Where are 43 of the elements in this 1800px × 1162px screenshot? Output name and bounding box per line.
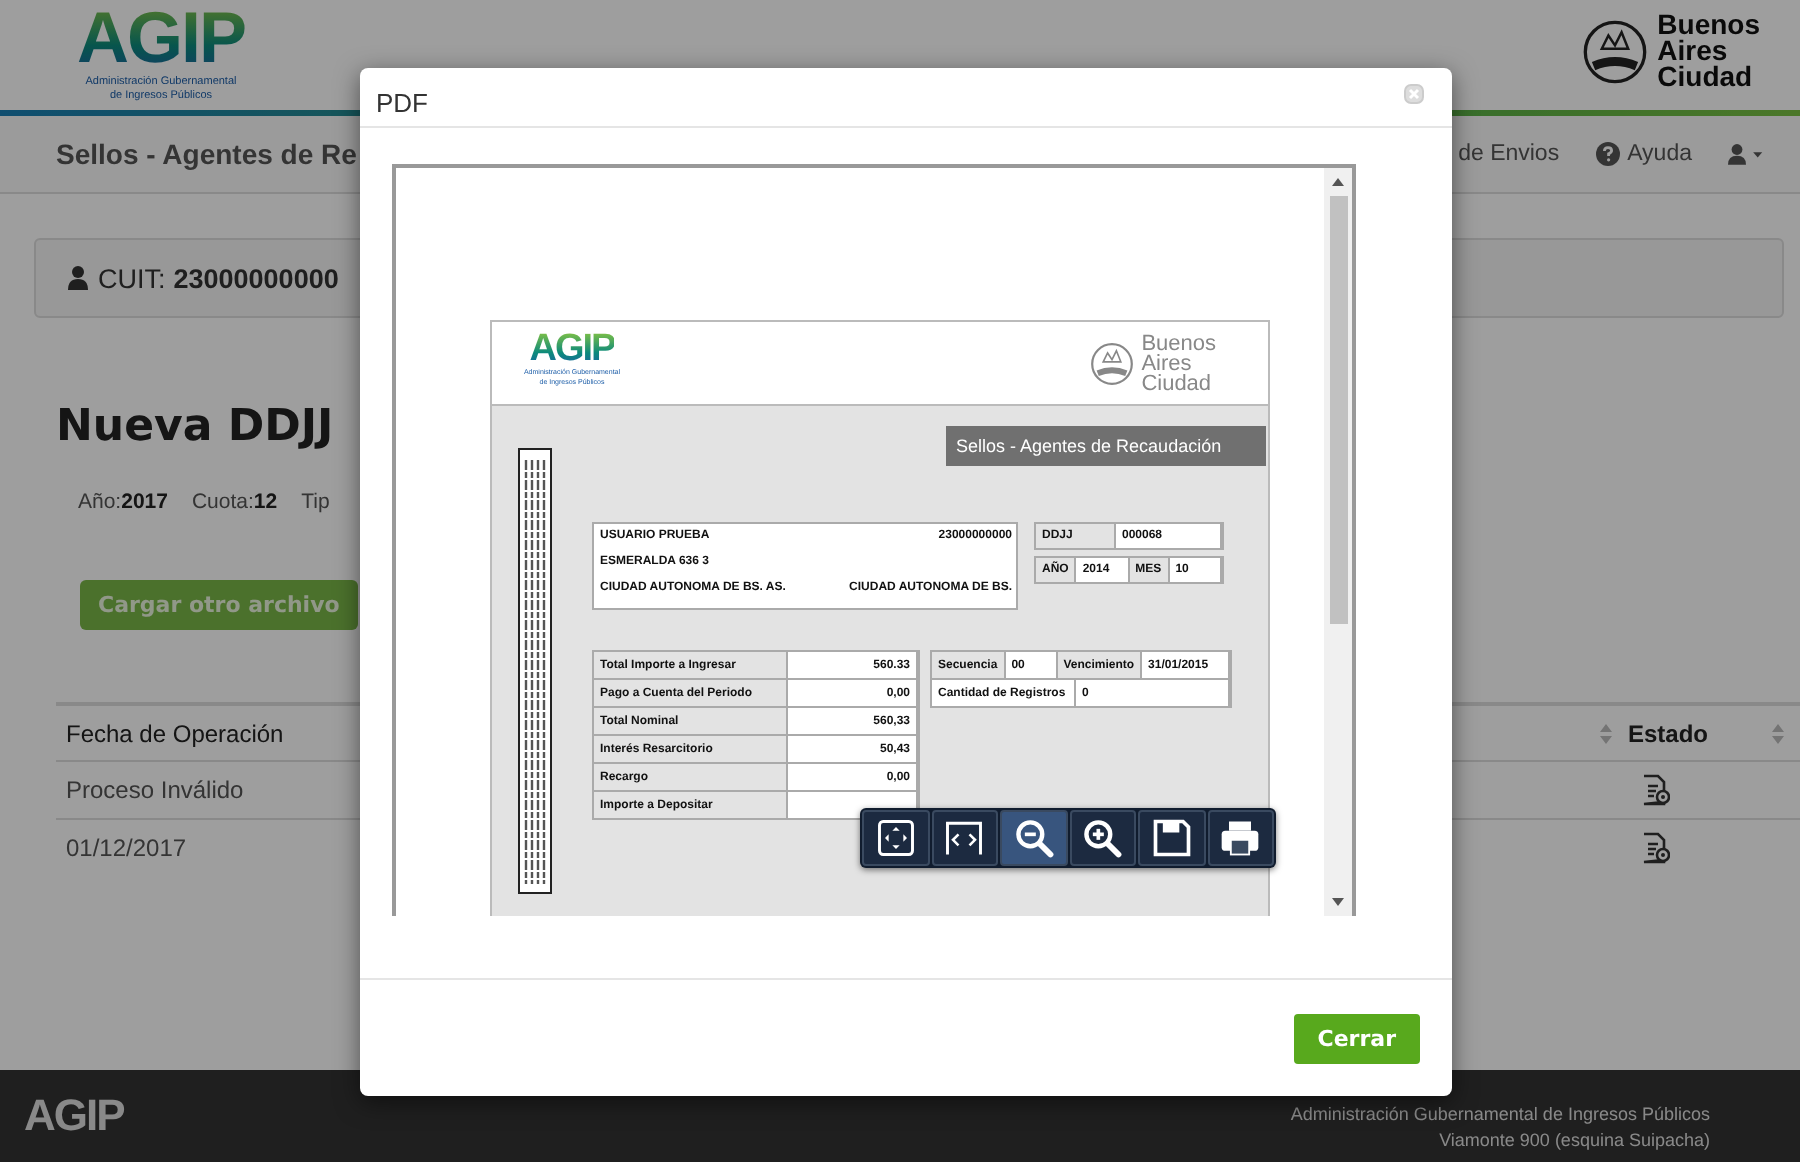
save-button[interactable] (1138, 810, 1205, 866)
table-cell: Proceso Inválido (66, 776, 244, 804)
cuit-value: 23000000000 (173, 263, 339, 293)
fit-page-icon (873, 816, 918, 860)
scrollbar-thumb[interactable] (1329, 196, 1347, 624)
help-link[interactable]: Ayuda (1595, 142, 1692, 166)
zoom-in-icon (1080, 816, 1125, 860)
city-logo-text: Buenos Aires Ciudad (1657, 12, 1760, 90)
scrollbar[interactable] (1324, 168, 1352, 916)
footer-text: Viamonte 900 (esquina Suipacha) (1437, 1128, 1710, 1154)
fit-width-button[interactable] (931, 810, 998, 866)
table-cell: 01/12/2017 (66, 834, 187, 862)
fit-width-icon (942, 816, 987, 860)
city-logo-text: Buenos Aires Ciudad (1141, 333, 1216, 393)
zoom-out-icon (1011, 816, 1056, 860)
printer-icon (1218, 816, 1263, 860)
cuit-label: CUIT: (98, 263, 166, 293)
app-title: Sellos - Agentes de Re (56, 138, 357, 170)
zoom-out-button[interactable] (1000, 810, 1067, 866)
user-menu[interactable] (1728, 142, 1764, 166)
page-title: Nueva DDJJ (56, 402, 334, 454)
detail-text: Cuota:12 (191, 490, 278, 514)
detail-text: Año:2017 (78, 490, 168, 514)
footer-text: Administración Gubernamental de Ingresos Públicos (1290, 1102, 1710, 1128)
user-icon (66, 266, 90, 290)
document-gear-icon[interactable] (1642, 774, 1670, 806)
nav-link[interactable]: de Envios (1458, 142, 1560, 166)
document-gear-icon[interactable] (1642, 832, 1670, 864)
scroll-down-icon[interactable] (1330, 896, 1346, 908)
help-icon (1595, 142, 1620, 166)
column-header[interactable]: Estado (1628, 719, 1772, 747)
user-caret-icon (1728, 142, 1764, 166)
print-button[interactable] (1207, 810, 1274, 866)
emblem-icon (1089, 339, 1134, 387)
close-button[interactable]: Cerrar (1293, 1013, 1420, 1063)
dialog-title: PDF (376, 86, 428, 118)
column-header[interactable]: Fecha de Operación (66, 719, 284, 747)
fit-page-button[interactable] (862, 810, 929, 866)
zoom-in-button[interactable] (1069, 810, 1136, 866)
document-banner: Sellos - Agentes de Recaudación (946, 426, 1266, 466)
detail-text: Tip (301, 490, 330, 514)
footer-logo: AGIP (24, 1090, 124, 1142)
scroll-up-icon[interactable] (1330, 176, 1346, 188)
